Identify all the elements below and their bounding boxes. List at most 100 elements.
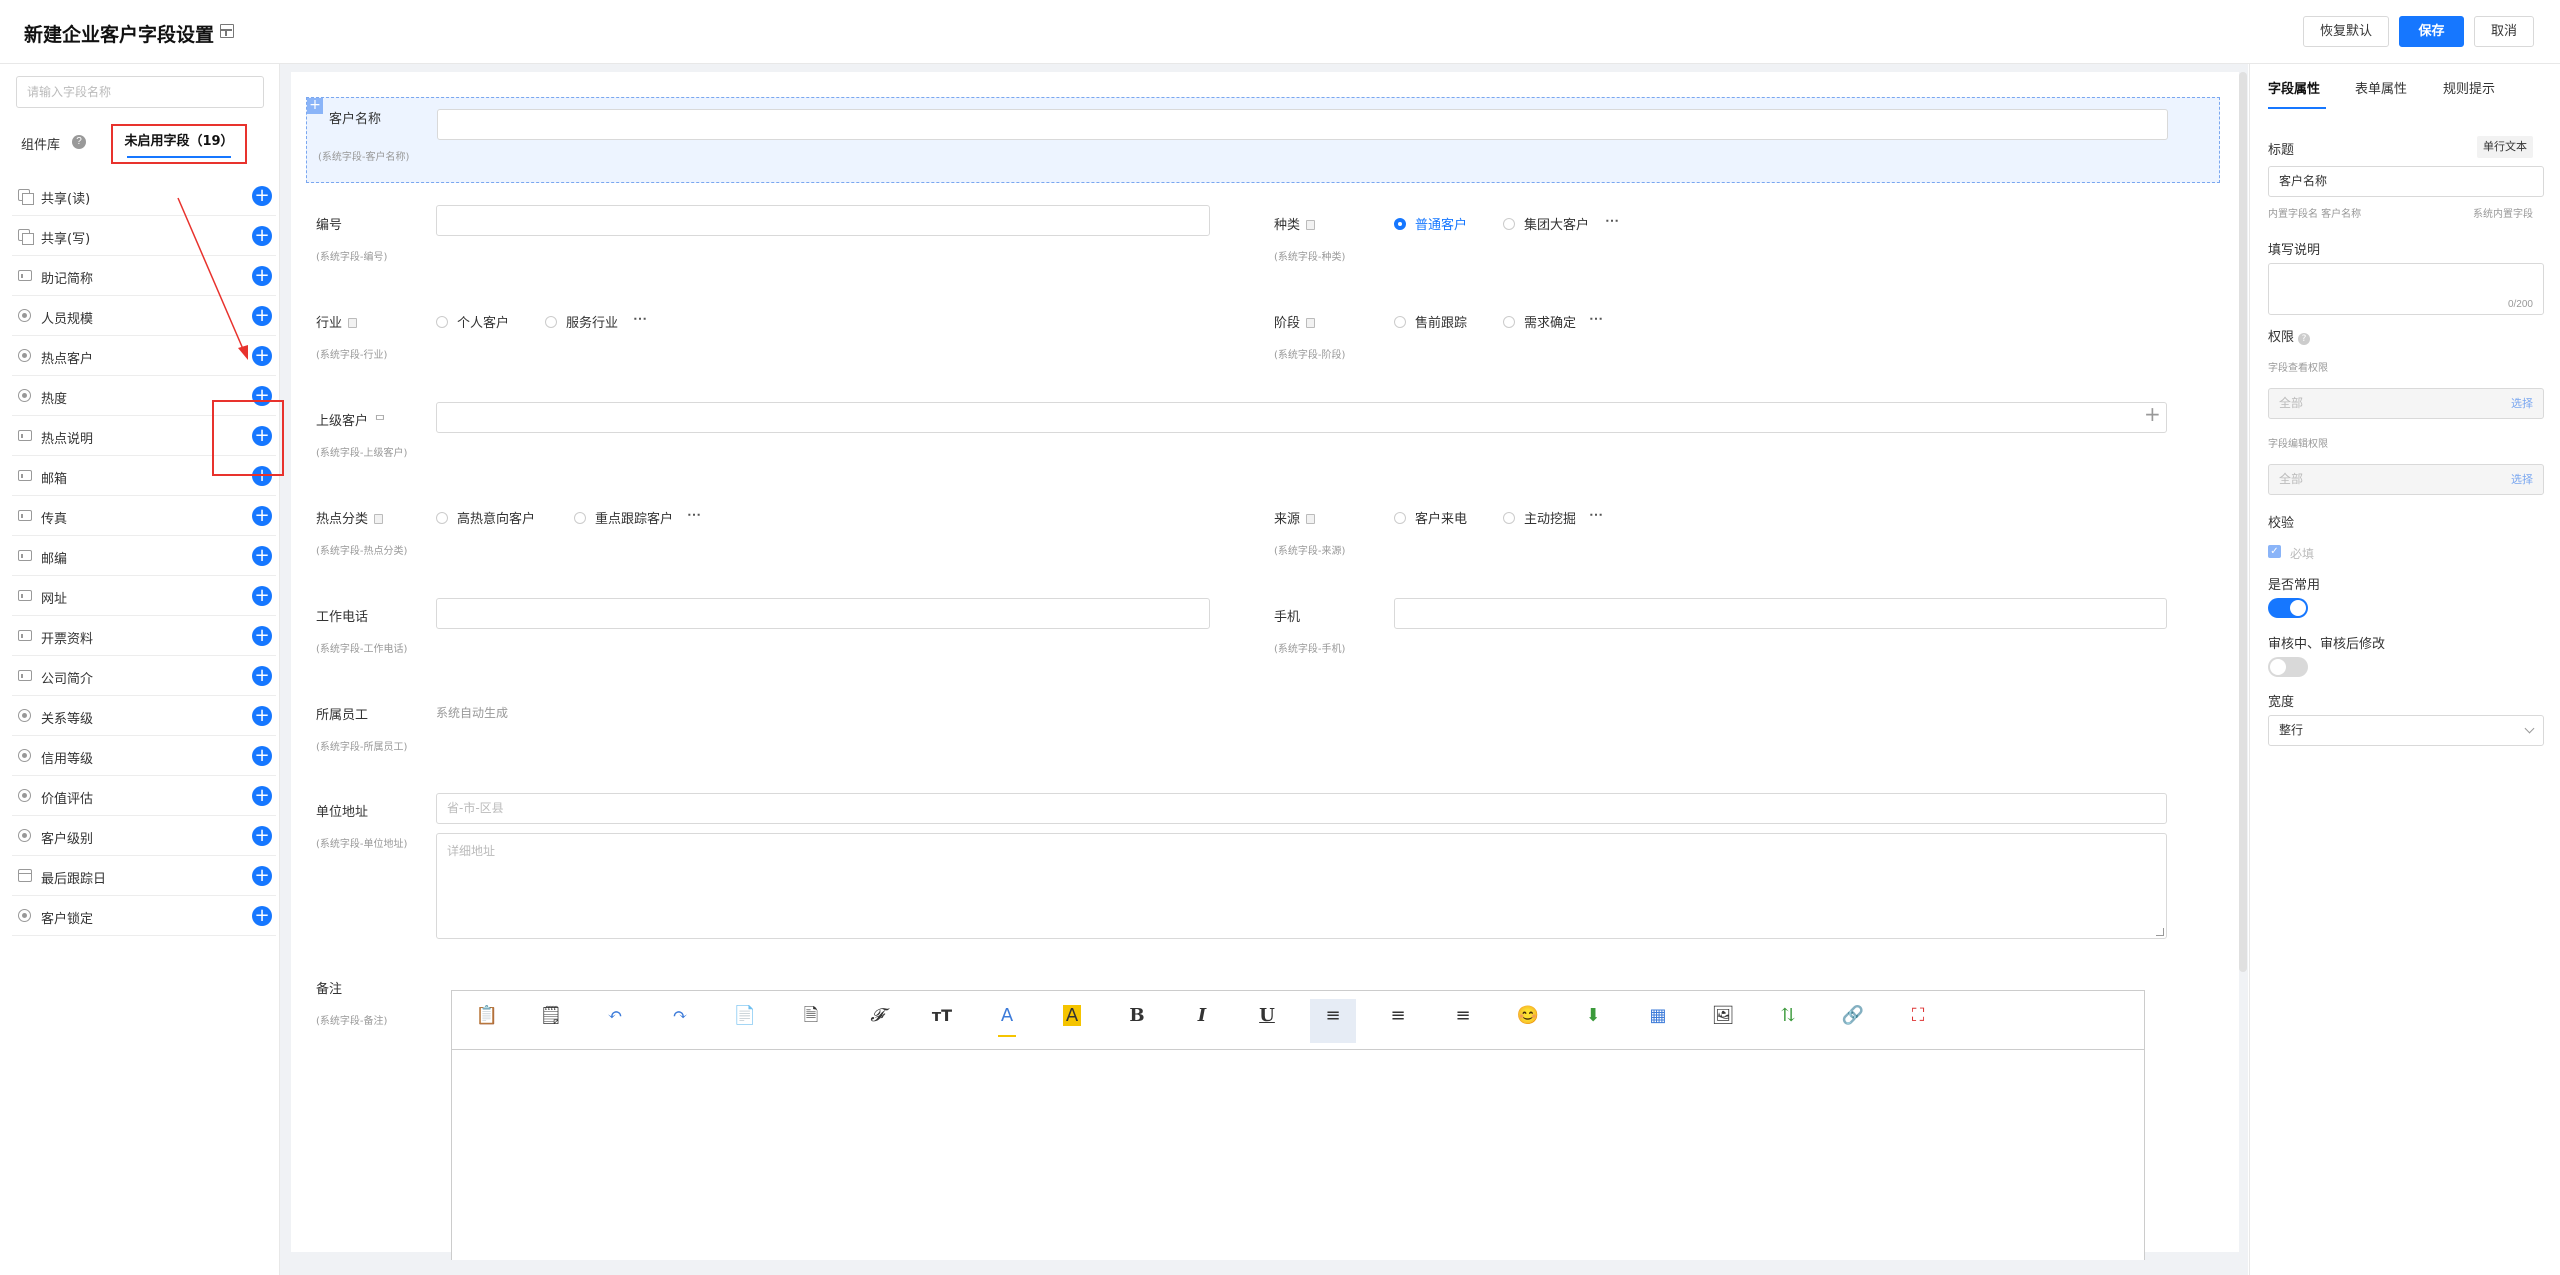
title-input[interactable]: 客户名称 xyxy=(2268,166,2544,197)
add-field-icon[interactable]: + xyxy=(252,586,272,606)
kind-more-icon[interactable]: ⋯ xyxy=(1605,212,1619,229)
fullscreen-icon[interactable]: ⛶ xyxy=(1895,999,1941,1043)
drag-handle-icon[interactable]: + xyxy=(307,98,323,114)
add-field-icon[interactable]: + xyxy=(252,506,272,526)
industry-more-icon[interactable]: ⋯ xyxy=(633,310,647,327)
rich-text-editor[interactable]: 📋 🗒 ↶ ↷ 📄 🗎 𝓕 ᴛT A A B I U ≡ ≡ ≡ 😊 ⬇ ▦ 🖼… xyxy=(451,990,2145,1260)
field-list-item[interactable]: 关系等级 + xyxy=(12,696,276,736)
paste-word-icon[interactable]: 🗎 xyxy=(788,999,834,1043)
field-list-item[interactable]: 客户级别 + xyxy=(12,816,276,856)
add-field-icon[interactable]: + xyxy=(252,826,272,846)
field-list-item[interactable]: 共享(写) + xyxy=(12,216,276,256)
bold-icon[interactable]: B xyxy=(1114,999,1160,1043)
industry-option-personal[interactable]: 个人客户 xyxy=(436,312,509,331)
underline-icon[interactable]: U xyxy=(1244,999,1290,1043)
view-permission-select-link[interactable]: 选择 xyxy=(2511,389,2533,418)
stage-option-presale[interactable]: 售前跟踪 xyxy=(1394,312,1467,331)
tab-rule-tips[interactable]: 规则提示 xyxy=(2443,78,2495,97)
required-checkbox[interactable]: ✓ xyxy=(2268,545,2281,558)
code-input[interactable] xyxy=(436,205,1210,236)
add-field-icon[interactable]: + xyxy=(252,346,272,366)
hot-class-more-icon[interactable]: ⋯ xyxy=(687,506,701,523)
source-more-icon[interactable]: ⋯ xyxy=(1589,506,1603,523)
kind-option-group[interactable]: 集团大客户 xyxy=(1503,214,1589,233)
edit-permission-select-link[interactable]: 选择 xyxy=(2511,465,2533,494)
work-phone-input[interactable] xyxy=(436,598,1210,629)
emoji-icon[interactable]: 😊 xyxy=(1505,999,1551,1043)
link-icon[interactable]: 🔗 xyxy=(1830,999,1876,1043)
field-list-item[interactable]: 网址 + xyxy=(12,576,276,616)
address-region-select[interactable]: 省-市-区县 xyxy=(436,793,2167,824)
document-icon[interactable]: 🗒 xyxy=(528,999,574,1043)
add-field-icon[interactable]: + xyxy=(252,786,272,806)
insert-image-icon[interactable]: 🖼 xyxy=(1700,999,1746,1043)
cancel-button[interactable]: 取消 xyxy=(2474,16,2534,47)
field-list-item[interactable]: 价值评估 + xyxy=(12,776,276,816)
field-list-item[interactable]: 公司简介 + xyxy=(12,656,276,696)
kind-option-normal[interactable]: 普通客户 xyxy=(1394,214,1467,233)
align-left-icon[interactable]: ≡ xyxy=(1310,999,1356,1043)
field-list-item[interactable]: 信用等级 + xyxy=(12,736,276,776)
paste-text-icon[interactable]: 📄 xyxy=(722,999,768,1043)
highlight-color-icon[interactable]: A xyxy=(1049,999,1095,1043)
add-icon[interactable]: + xyxy=(2144,402,2161,426)
add-field-icon[interactable]: + xyxy=(252,706,272,726)
font-size-icon[interactable]: ᴛT xyxy=(919,999,965,1043)
field-list-item[interactable]: 邮编 + xyxy=(12,536,276,576)
tab-unused-fields[interactable]: 未启用字段（19） xyxy=(111,124,247,164)
field-list-item[interactable]: 传真 + xyxy=(12,496,276,536)
field-list-item[interactable]: 人员规模 + xyxy=(12,296,276,336)
font-family-icon[interactable]: 𝓕 xyxy=(854,999,900,1043)
mobile-input[interactable] xyxy=(1394,598,2167,629)
tab-form-properties[interactable]: 表单属性 xyxy=(2355,78,2407,97)
align-center-icon[interactable]: ≡ xyxy=(1375,999,1421,1043)
insert-row-icon[interactable]: ⇅ xyxy=(1765,999,1811,1043)
tab-field-properties[interactable]: 字段属性 xyxy=(2268,78,2320,97)
add-field-icon[interactable]: + xyxy=(252,746,272,766)
source-option-mining[interactable]: 主动挖掘 xyxy=(1503,508,1576,527)
help-icon[interactable]: ? xyxy=(2298,333,2311,345)
edit-permission-select[interactable]: 全部 选择 xyxy=(2268,464,2544,495)
stage-option-demand[interactable]: 需求确定 xyxy=(1503,312,1576,331)
form-scrollbar[interactable] xyxy=(2239,72,2247,972)
help-icon[interactable]: ? xyxy=(72,135,86,149)
address-detail-textarea[interactable]: 详细地址 xyxy=(436,833,2167,939)
field-search-input[interactable]: 请输入字段名称 xyxy=(16,76,264,108)
common-use-toggle[interactable] xyxy=(2268,598,2308,618)
industry-option-service[interactable]: 服务行业 xyxy=(545,312,618,331)
undo-icon[interactable]: ↶ xyxy=(592,999,638,1043)
insert-line-icon[interactable]: ⬇ xyxy=(1570,999,1616,1043)
font-color-icon[interactable]: A xyxy=(984,999,1030,1043)
add-field-icon[interactable]: + xyxy=(252,306,272,326)
field-list-item[interactable]: 热点客户 + xyxy=(12,336,276,376)
stage-more-icon[interactable]: ⋯ xyxy=(1589,310,1603,327)
hot-class-option-key[interactable]: 重点跟踪客户 xyxy=(574,508,673,527)
restore-default-button[interactable]: 恢复默认 xyxy=(2303,16,2389,47)
tab-component-library[interactable]: 组件库 xyxy=(21,134,60,153)
add-field-icon[interactable]: + xyxy=(252,226,272,246)
paste-icon[interactable]: 📋 xyxy=(464,999,510,1043)
redo-icon[interactable]: ↷ xyxy=(657,999,703,1043)
customer-name-input[interactable] xyxy=(437,109,2168,140)
view-permission-select[interactable]: 全部 选择 xyxy=(2268,388,2544,419)
layout-icon[interactable] xyxy=(220,24,234,38)
add-field-icon[interactable]: + xyxy=(252,906,272,926)
field-list-item[interactable]: 最后跟踪日 + xyxy=(12,856,276,896)
add-field-icon[interactable]: + xyxy=(252,266,272,286)
italic-icon[interactable]: I xyxy=(1179,999,1225,1043)
add-field-icon[interactable]: + xyxy=(252,546,272,566)
width-select[interactable]: 整行 xyxy=(2268,715,2544,746)
source-option-call[interactable]: 客户来电 xyxy=(1394,508,1467,527)
add-field-icon[interactable]: + xyxy=(252,666,272,686)
field-list-item[interactable]: 开票资料 + xyxy=(12,616,276,656)
fill-description-textarea[interactable]: 0/200 xyxy=(2268,263,2544,315)
add-field-icon[interactable]: + xyxy=(252,186,272,206)
field-list-item[interactable]: 共享(读) + xyxy=(12,176,276,216)
align-right-icon[interactable]: ≡ xyxy=(1440,999,1486,1043)
save-button[interactable]: 保存 xyxy=(2399,16,2464,47)
field-list-item[interactable]: 客户锁定 + xyxy=(12,896,276,936)
add-field-icon[interactable]: + xyxy=(252,626,272,646)
parent-customer-input[interactable] xyxy=(436,402,2167,433)
field-list-item[interactable]: 助记简称 + xyxy=(12,256,276,296)
table-icon[interactable]: ▦ xyxy=(1635,999,1681,1043)
